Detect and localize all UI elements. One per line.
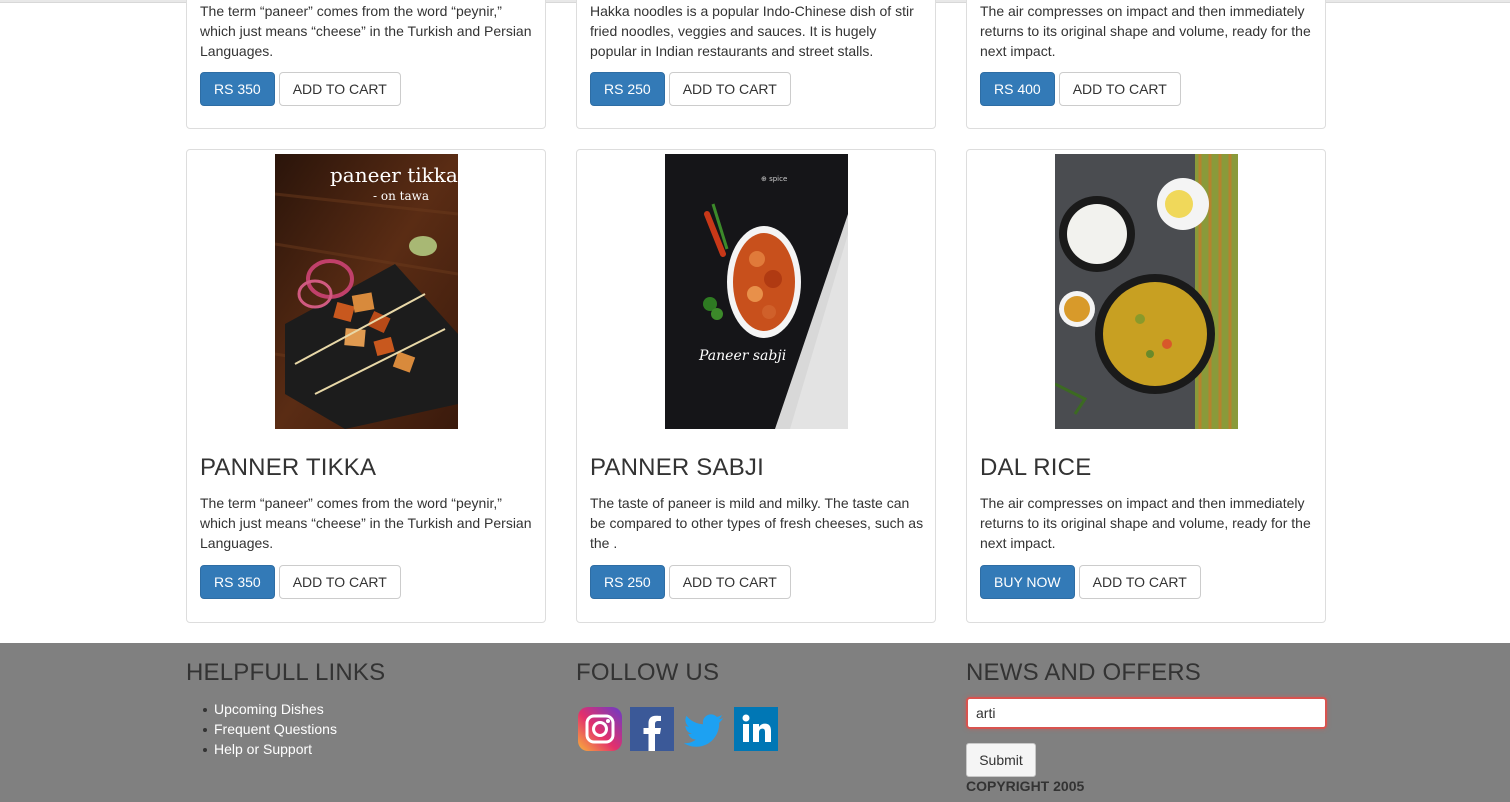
product-image-dal-rice[interactable] [1055, 154, 1238, 429]
product-title: DAL RICE [980, 454, 1092, 481]
price-button[interactable]: RS 350 [200, 565, 275, 599]
twitter-icon[interactable] [682, 707, 726, 751]
price-button[interactable]: RS 250 [590, 565, 665, 599]
add-to-cart-button[interactable]: ADD TO CART [668, 565, 791, 599]
helpful-links-title: HELPFULL LINKS [186, 659, 386, 686]
product-description: The air compresses on impact and then im… [980, 3, 1311, 59]
product-card-panner-tikka: paneer tikka - on tawa PANNER TIKKA The … [186, 149, 546, 623]
product-card-dal-rice-top: The air compresses on impact and then im… [966, 0, 1326, 129]
email-input[interactable] [966, 697, 1327, 729]
product-card-paneer-tikka-top: The term “paneer” comes from the word “p… [186, 0, 546, 129]
instagram-icon[interactable] [578, 707, 622, 751]
product-description: The air compresses on impact and then im… [980, 495, 1311, 551]
follow-us-title: FOLLOW US [576, 659, 720, 686]
product-actions: RS 250 ADD TO CART [590, 565, 791, 599]
product-description: The taste of paneer is mild and milky. T… [590, 495, 924, 551]
link-frequent-questions[interactable]: Frequent Questions [203, 719, 337, 739]
image-caption: paneer tikka [330, 163, 458, 187]
site-footer: HELPFULL LINKS Upcoming Dishes Frequent … [0, 643, 1510, 802]
add-to-cart-button[interactable]: ADD TO CART [278, 72, 401, 106]
price-button[interactable]: RS 250 [590, 72, 665, 106]
social-links [578, 707, 778, 751]
product-actions: RS 250 ADD TO CART [590, 72, 791, 106]
add-to-cart-button[interactable]: ADD TO CART [1058, 72, 1181, 106]
product-image-panner-tikka[interactable]: paneer tikka - on tawa [275, 154, 458, 429]
product-actions: RS 350 ADD TO CART [200, 565, 401, 599]
product-description: Hakka noodles is a popular Indo-Chinese … [590, 3, 914, 59]
product-image-panner-sabji[interactable]: ⊕ spice Paneer sabji [665, 154, 848, 429]
add-to-cart-button[interactable]: ADD TO CART [1078, 565, 1201, 599]
helpful-links-list: Upcoming Dishes Frequent Questions Help … [203, 699, 337, 759]
link-upcoming-dishes[interactable]: Upcoming Dishes [203, 699, 337, 719]
facebook-icon[interactable] [630, 707, 674, 751]
product-card-hakka-noodles: Hakka noodles is a popular Indo-Chinese … [576, 0, 936, 129]
add-to-cart-button[interactable]: ADD TO CART [668, 72, 791, 106]
product-actions: RS 350 ADD TO CART [200, 72, 401, 106]
price-button[interactable]: RS 350 [200, 72, 275, 106]
product-actions: BUY NOW ADD TO CART [980, 565, 1201, 599]
image-caption: Paneer sabji [698, 348, 786, 364]
product-description: The term “paneer” comes from the word “p… [200, 495, 532, 551]
copyright-text: COPYRIGHT 2005 [966, 778, 1085, 794]
product-card-panner-sabji: ⊕ spice Paneer sabji PANNER SABJI The ta… [576, 149, 936, 623]
submit-button[interactable]: Submit [966, 743, 1036, 777]
product-actions: RS 400 ADD TO CART [980, 72, 1181, 106]
product-title: PANNER SABJI [590, 454, 764, 481]
svg-text:⊕ spice: ⊕ spice [761, 175, 787, 183]
product-title: PANNER TIKKA [200, 454, 377, 481]
buy-now-button[interactable]: BUY NOW [980, 565, 1075, 599]
image-subcaption: - on tawa [373, 189, 429, 203]
link-help-support[interactable]: Help or Support [203, 739, 337, 759]
product-description: The term “paneer” comes from the word “p… [200, 3, 532, 59]
linkedin-icon[interactable] [734, 707, 778, 751]
news-offers-title: NEWS AND OFFERS [966, 659, 1202, 686]
price-button[interactable]: RS 400 [980, 72, 1055, 106]
product-card-dal-rice: DAL RICE The air compresses on impact an… [966, 149, 1326, 623]
add-to-cart-button[interactable]: ADD TO CART [278, 565, 401, 599]
